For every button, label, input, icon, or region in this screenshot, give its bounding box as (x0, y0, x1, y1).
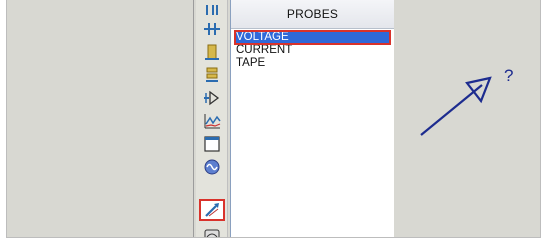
panel-title: PROBES (231, 0, 394, 29)
graph-icon[interactable] (201, 112, 223, 130)
question-mark-annotation: ? (504, 66, 514, 85)
window-icon[interactable] (201, 135, 223, 153)
generator-icon[interactable] (201, 158, 223, 176)
pin-icon[interactable] (201, 20, 223, 38)
virtual-instrument-icon[interactable] (201, 226, 223, 237)
device-pin-icon[interactable] (201, 89, 223, 107)
subcircuit-icon[interactable] (201, 66, 223, 84)
probes-panel: PROBES VOLTAGE CURRENT TAPE (230, 0, 395, 237)
probe-item-current[interactable]: CURRENT (235, 44, 390, 57)
terminal-icon[interactable] (201, 1, 223, 19)
probe-item-voltage[interactable]: VOLTAGE (234, 30, 391, 45)
app-window: PROBES VOLTAGE CURRENT TAPE ? (6, 0, 541, 238)
separator (193, 0, 194, 237)
probe-item-tape[interactable]: TAPE (235, 57, 390, 70)
schematic-canvas[interactable]: ? (394, 0, 540, 237)
probe-list: VOLTAGE CURRENT TAPE (234, 30, 391, 70)
probe-icon[interactable] (199, 199, 225, 221)
left-schematic-area[interactable] (7, 0, 194, 237)
voltage-probe-cursor-icon (420, 76, 492, 136)
mode-toolbar (196, 0, 228, 237)
component-icon[interactable] (201, 43, 223, 61)
